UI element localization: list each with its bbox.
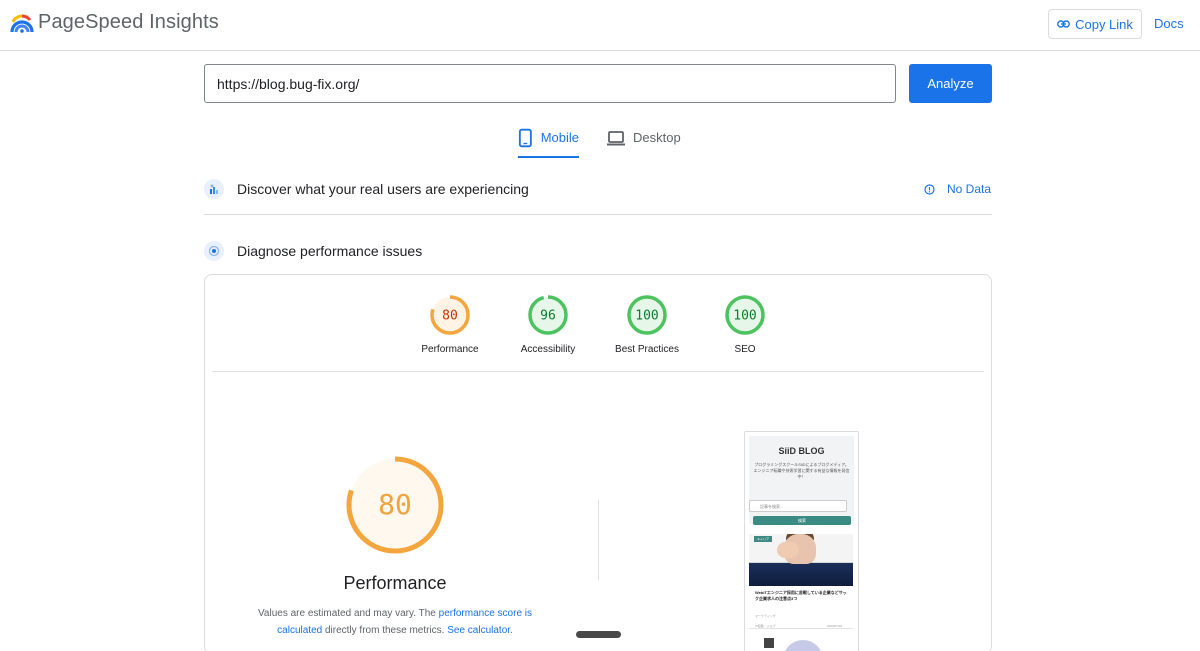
no-data-label: No Data bbox=[947, 182, 992, 196]
tab-desktop-label: Desktop bbox=[633, 130, 681, 145]
score-gauge-best-practices[interactable]: 100 Best Practices bbox=[597, 294, 697, 355]
big-gauge-score: 80 bbox=[378, 488, 412, 521]
info-icon bbox=[924, 183, 935, 195]
screenshot-sub-2: エンジニア転職や技術学習に関する有益な情報を発信中！ bbox=[753, 468, 850, 479]
screenshot-sub-1: プログラミングスクールSiiDによるブログメディア。 bbox=[754, 462, 849, 467]
score-ring-accessibility: 96 bbox=[528, 295, 568, 335]
note-text-2: directly from these metrics. bbox=[324, 625, 445, 636]
photo-hand bbox=[777, 542, 799, 558]
screenshot-post-meta: マーケティング bbox=[755, 614, 776, 618]
score-gauge-accessibility[interactable]: 96 Accessibility bbox=[498, 294, 598, 355]
screenshot-blog-title: SiiD BLOG bbox=[778, 446, 825, 456]
scroll-handle[interactable] bbox=[576, 631, 621, 638]
vertical-separator bbox=[598, 500, 599, 580]
score-gauge-seo[interactable]: 100 SEO bbox=[695, 294, 795, 355]
score-label-best-practices: Best Practices bbox=[615, 344, 679, 355]
performance-note: Values are estimated and may vary. The p… bbox=[240, 605, 550, 639]
gauges-divider bbox=[212, 371, 984, 372]
score-ring-performance: 80 bbox=[430, 295, 470, 335]
screenshot-divider bbox=[749, 628, 853, 629]
tab-mobile-label: Mobile bbox=[540, 130, 579, 145]
docs-link[interactable]: Docs bbox=[1154, 16, 1184, 31]
score-value-best-practices: 100 bbox=[635, 309, 658, 324]
tab-desktop[interactable]: Desktop bbox=[607, 128, 682, 158]
score-label-seo: SEO bbox=[734, 344, 756, 355]
app-title: PageSpeed Insights bbox=[38, 11, 219, 33]
score-label-accessibility: Accessibility bbox=[520, 344, 576, 355]
users-chart-icon bbox=[204, 179, 224, 199]
pagespeed-logo-icon[interactable] bbox=[10, 12, 34, 34]
score-label-performance: Performance bbox=[421, 344, 479, 355]
see-calculator-link[interactable]: See calculator. bbox=[447, 625, 513, 636]
screenshot-category-tag: キャリア bbox=[754, 536, 772, 542]
screenshot-thumbnail bbox=[764, 638, 774, 648]
performance-title: Performance bbox=[343, 573, 447, 593]
score-value-seo: 100 bbox=[733, 309, 756, 324]
score-gauge-performance[interactable]: 80 Performance bbox=[400, 294, 500, 355]
screenshot-blog-subtitle: プログラミングスクールSiiDによるブログメディア。 エンジニア転職や技術学習に… bbox=[753, 462, 850, 480]
url-input[interactable] bbox=[204, 64, 896, 103]
laptop-icon bbox=[607, 131, 625, 146]
analyze-button[interactable]: Analyze bbox=[909, 64, 992, 103]
page-screenshot: SiiD BLOG プログラミングスクールSiiDによるブログメディア。 エンジ… bbox=[744, 431, 859, 651]
section-divider bbox=[204, 214, 992, 215]
link-icon bbox=[1057, 20, 1070, 28]
screenshot-search-field: 記事を検索... bbox=[749, 500, 847, 512]
diagnose-icon bbox=[204, 241, 224, 261]
field-data-title: Discover what your real users are experi… bbox=[237, 181, 529, 197]
performance-big-gauge: 80 bbox=[340, 450, 450, 565]
no-data-link[interactable]: No Data bbox=[924, 182, 991, 196]
screenshot-post-title: WebITエンジニア採用に苦戦している企業などサック企業求人の注意点3つ bbox=[755, 590, 847, 601]
score-ring-seo: 100 bbox=[725, 295, 765, 335]
score-value-performance: 80 bbox=[442, 309, 458, 324]
copy-link-label: Copy Link bbox=[1075, 16, 1133, 32]
note-text-1: Values are estimated and may vary. The bbox=[257, 608, 436, 619]
score-ring-best-practices: 100 bbox=[627, 295, 667, 335]
phone-icon bbox=[518, 128, 532, 148]
diagnose-title: Diagnose performance issues bbox=[237, 243, 423, 259]
top-app-bar: PageSpeed Insights Copy Link Docs bbox=[0, 0, 1200, 51]
screenshot-search-button: 検索 bbox=[753, 516, 851, 525]
score-value-accessibility: 96 bbox=[540, 309, 556, 324]
screenshot-circle-graphic bbox=[783, 640, 823, 651]
tab-mobile[interactable]: Mobile bbox=[518, 128, 579, 158]
copy-link-button[interactable]: Copy Link bbox=[1048, 9, 1142, 39]
